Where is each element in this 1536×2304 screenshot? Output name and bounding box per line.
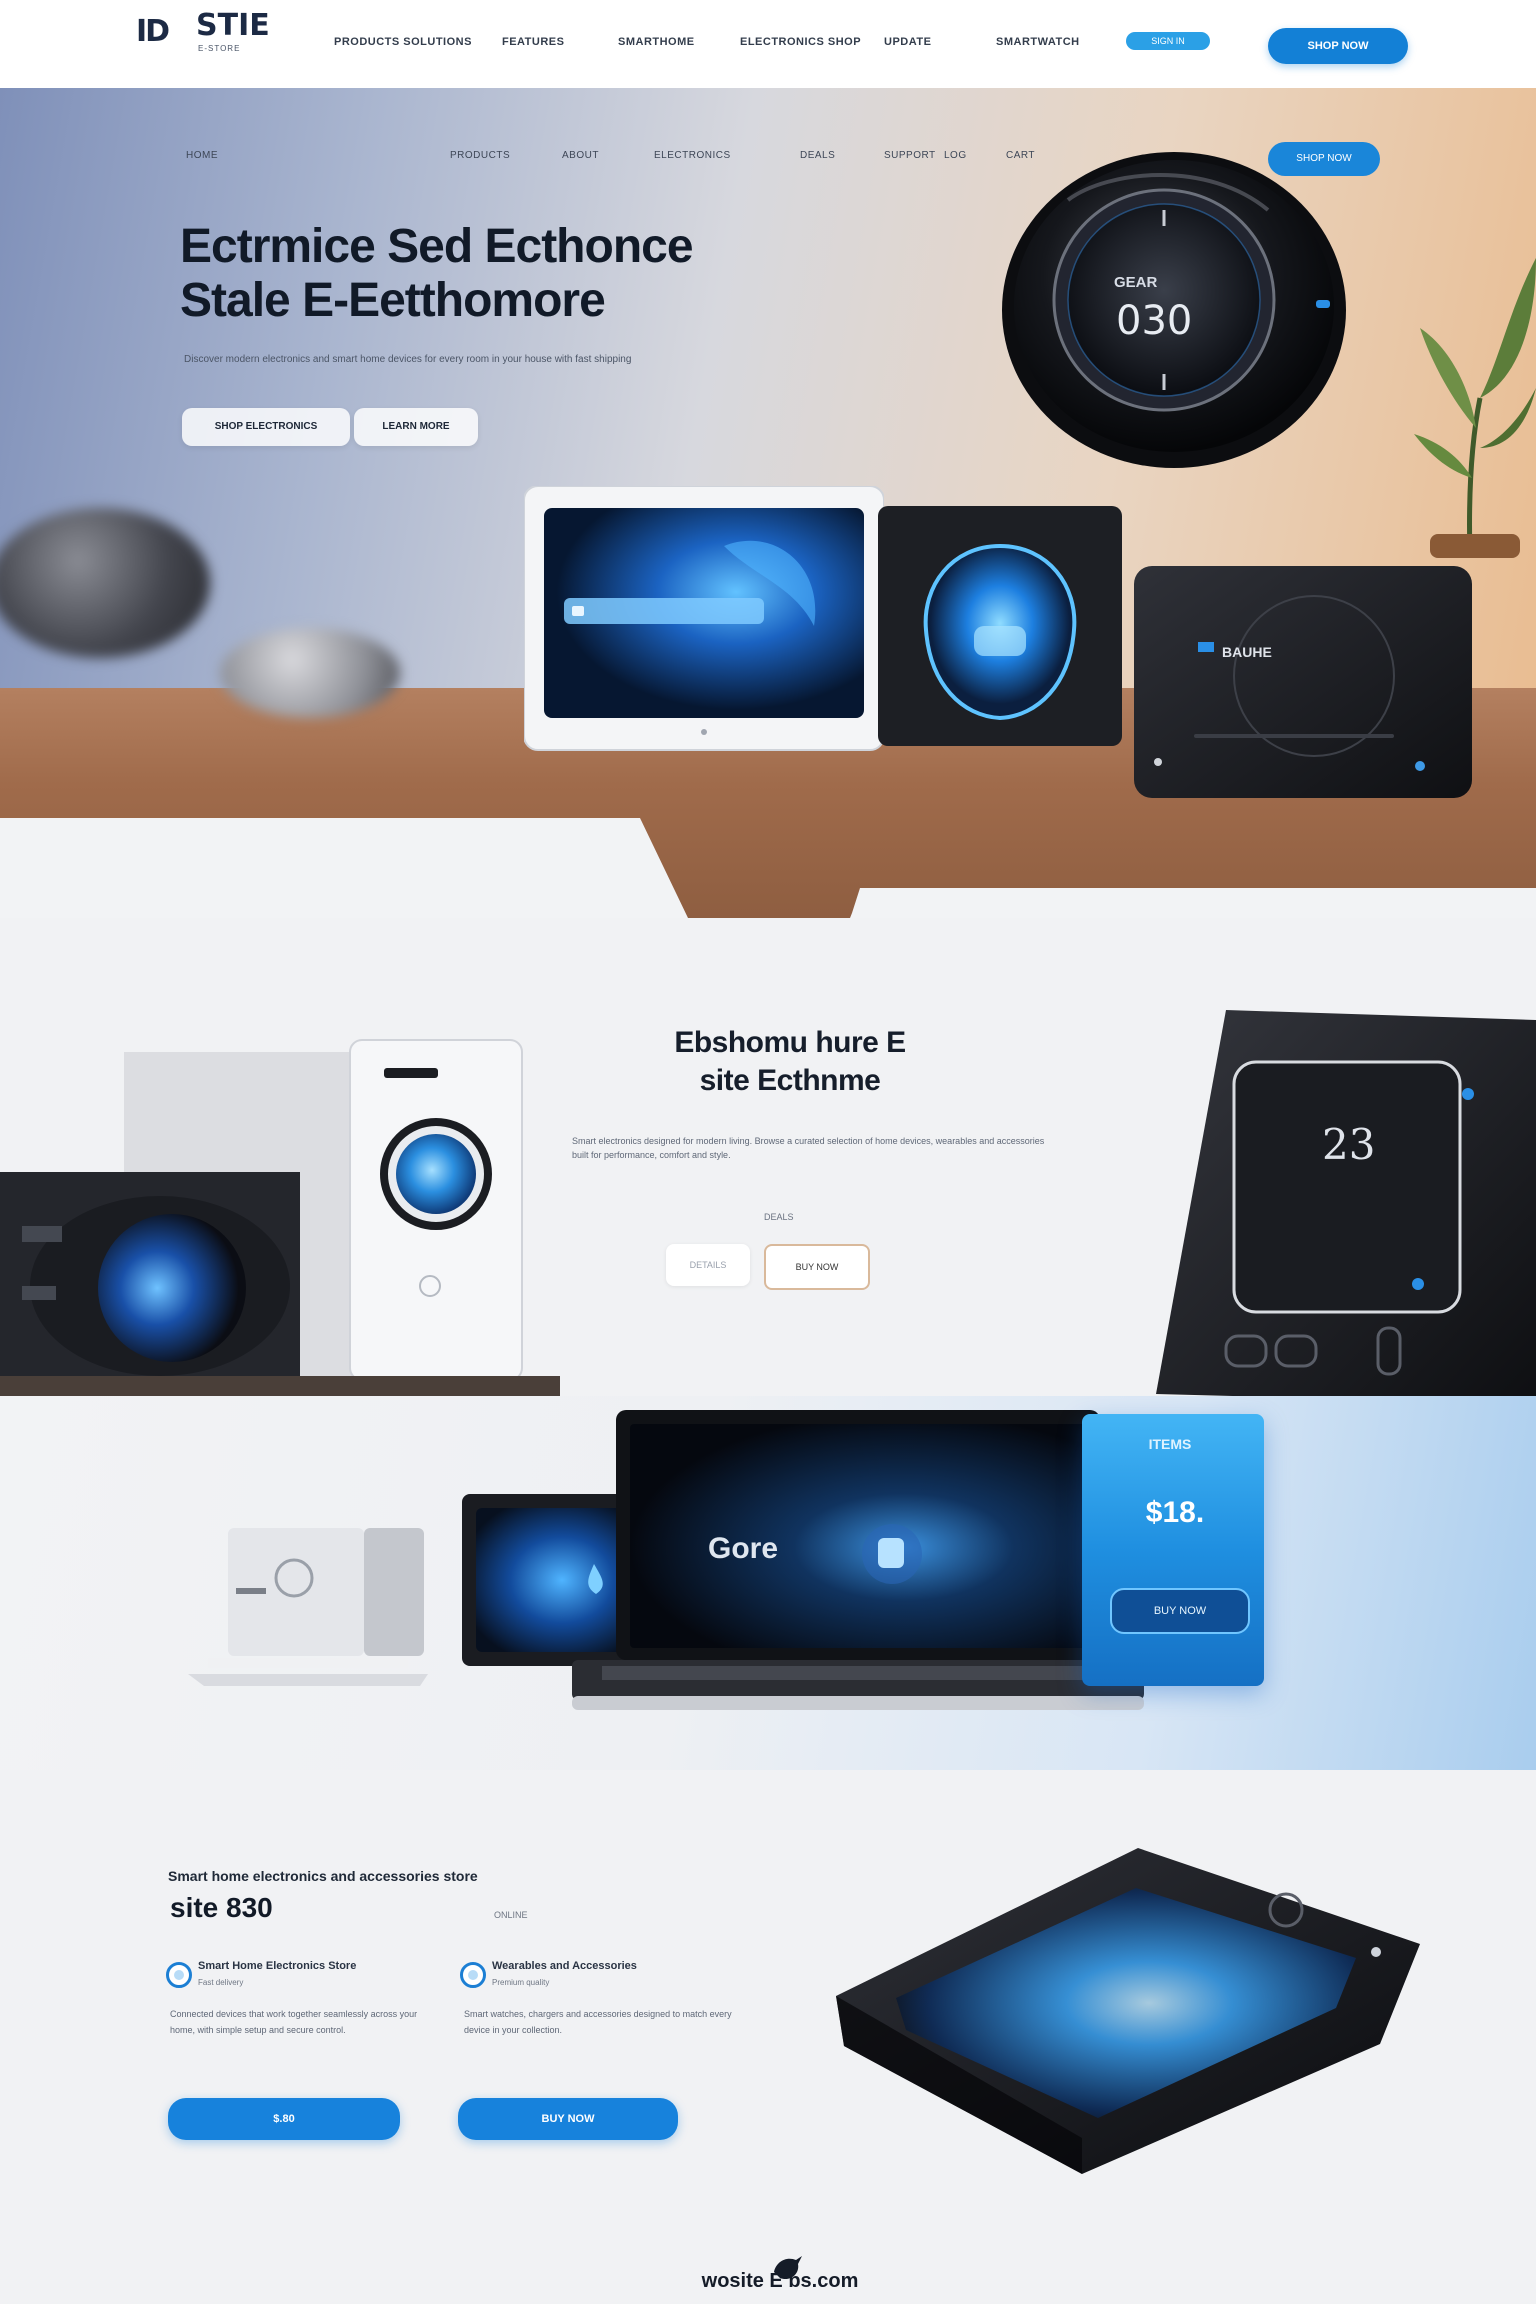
decor-rock-large [0,508,210,658]
hero-nav-products[interactable]: PRODUCTS [450,150,510,161]
header-cta-button[interactable]: SHOP NOW [1268,28,1408,64]
feature-2-body: Smart watches, chargers and accessories … [464,2009,732,2035]
hero-title-line2: Stale E-Eetthomore [180,274,606,327]
hero-secondary-button[interactable]: LEARN MORE [354,408,478,446]
section2-title-line1: Ebshomu hure E [674,1026,906,1059]
white-router-image [188,1528,428,1686]
decor-rock-small [220,628,400,718]
hero-nav-electronics[interactable]: ELECTRONICS [654,150,731,161]
plant-icon [1414,258,1536,558]
black-hard-drive-image [836,1848,1420,2174]
logo-wordmark: STIE [196,8,270,43]
hero-nav-home[interactable]: HOME [186,150,218,161]
hero-title-line1: Ectrmice Sed Ecthonce [180,220,694,273]
section2-title: Ebshomu hure E site Ecthnme [560,1024,1020,1100]
panel-brand-label: BAUHE [1222,644,1272,660]
pricing-card[interactable] [1082,1414,1264,1686]
nav-item-shop[interactable]: ELECTRONICS SHOP [740,36,861,48]
nav-item-update[interactable]: UPDATE [884,36,931,48]
feature-1-note: Fast delivery [198,1978,244,1987]
hero-nav-deals[interactable]: DEALS [800,150,835,161]
laptop-display-value: Gore [708,1532,779,1565]
feature-2-radio[interactable] [460,1962,486,1988]
pricing-card-price: $18. [1145,1496,1205,1529]
page: ID STIE E-STORE PRODUCTS SOLUTIONS FEATU… [0,0,1536,2304]
section2-body: Smart electronics designed for modern li… [572,1136,1045,1160]
footer-text: wosite E bs.com [701,2270,859,2292]
hero-nav-log[interactable]: LOG [944,150,967,161]
feature-2-note: Premium quality [492,1978,550,1987]
hero-nav-support[interactable]: SUPPORT [884,150,936,161]
smart-speaker-image [878,506,1122,746]
feature-1-title: Smart Home Electronics Store [198,1960,357,1972]
product-group-image [0,1039,560,1398]
sign-in-pill[interactable]: SIGN IN [1126,32,1210,50]
nav-item-smarthome[interactable]: SMARTHOME [618,36,695,48]
hero-section: HOME PRODUCTS ABOUT ELECTRONICS DEALS SU… [0,88,1536,918]
feature-2-title: Wearables and Accessories [492,1960,637,1972]
logo-tagline: E-STORE [198,44,241,53]
tablet-display-value: 23 [1322,1120,1376,1169]
watch-brand-label: GEAR [1114,274,1158,291]
feature-1-radio[interactable] [166,1962,192,1988]
feature-1-body: Connected devices that work together sea… [170,2009,418,2035]
section4-subtitle: Smart home electronics and accessories s… [168,1868,478,1884]
black-panel-device-image [1134,566,1472,798]
section4-title: site 830 [170,1892,273,1923]
section2-details-button[interactable]: DETAILS [666,1244,750,1286]
nav-item-smartwatch[interactable]: SMARTWATCH [996,36,1080,48]
nav-item-features[interactable]: FEATURES [502,36,564,48]
hero-title: Ectrmice Sed Ecthonce Stale E-Eetthomore [180,220,820,328]
logo-mark: ID [136,14,170,49]
section2-buy-button[interactable]: BUY NOW [764,1244,870,1290]
black-tablet-image [1156,1010,1536,1404]
feature-2-button[interactable]: BUY NOW [458,2098,678,2140]
section4-small-label: ONLINE [494,1910,528,1920]
hero-subtitle: Discover modern electronics and smart ho… [184,354,632,365]
watch-display-value: 030 [1116,298,1193,344]
hero-nav-about[interactable]: ABOUT [562,150,599,161]
laptop-image [572,1410,1144,1710]
section2-small-label: DEALS [764,1212,794,1222]
pricing-card-title: ITEMS [1148,1436,1192,1452]
pricing-card-button[interactable]: BUY NOW [1110,1588,1250,1634]
hero-primary-button[interactable]: SHOP ELECTRONICS [182,408,350,446]
section2-title-line2: site Ecthnme [699,1064,881,1097]
nav-item-products[interactable]: PRODUCTS SOLUTIONS [334,36,472,48]
feature-1-button[interactable]: $.80 [168,2098,400,2140]
site-logo[interactable]: ID STIE E-STORE [136,8,306,56]
tablet-display-image [524,486,884,751]
site-header: ID STIE E-STORE PRODUCTS SOLUTIONS FEATU… [0,0,1536,88]
